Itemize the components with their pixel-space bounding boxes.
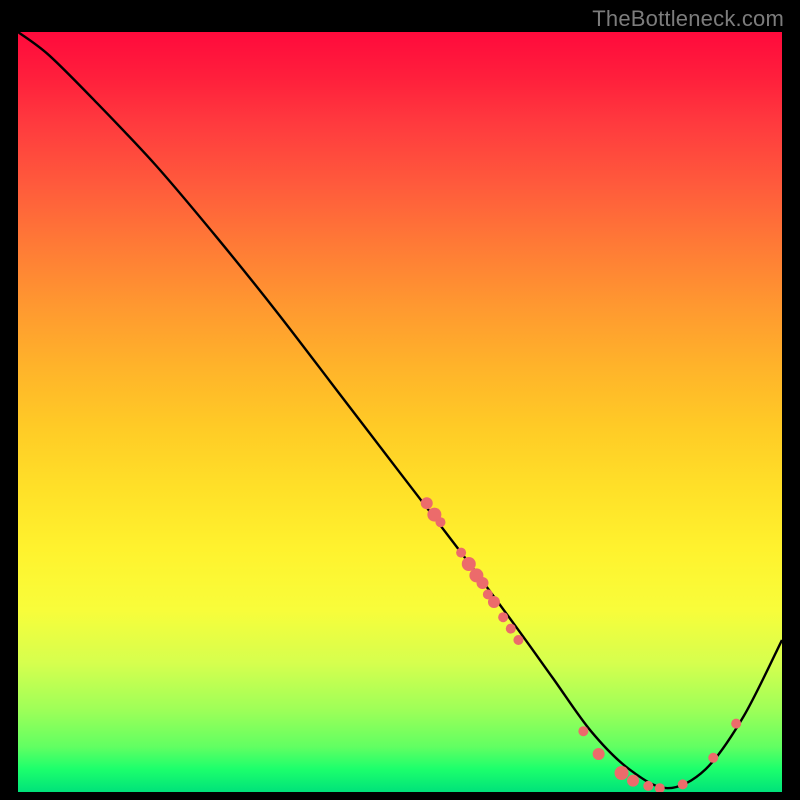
bottleneck-curve: [18, 32, 782, 788]
data-marker: [655, 783, 665, 792]
watermark-text: TheBottleneck.com: [592, 6, 784, 32]
data-marker: [477, 577, 489, 589]
data-marker: [678, 779, 688, 789]
data-marker: [708, 753, 718, 763]
data-marker: [506, 624, 516, 634]
data-marker: [488, 596, 500, 608]
data-marker: [627, 775, 639, 787]
data-marker: [593, 748, 605, 760]
data-marker: [435, 517, 445, 527]
data-marker: [615, 766, 629, 780]
data-marker: [513, 635, 523, 645]
data-marker: [643, 781, 653, 791]
data-marker: [456, 548, 466, 558]
data-marker: [498, 612, 508, 622]
data-marker: [731, 719, 741, 729]
data-marker: [578, 726, 588, 736]
chart-svg: [18, 32, 782, 792]
marker-group: [421, 497, 741, 792]
data-marker: [462, 557, 476, 571]
chart-frame: [18, 32, 782, 792]
data-marker: [421, 497, 433, 509]
